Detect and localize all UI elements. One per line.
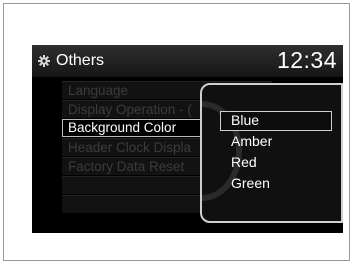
- menu-item-label: Background Color: [68, 120, 177, 135]
- color-options-list: Blue Amber Red Green: [220, 111, 332, 195]
- figure-frame: Others 12:34 Language Display Operation …: [3, 3, 350, 261]
- menu-item-label: Header Clock Displa: [68, 140, 192, 155]
- color-option-label: Blue: [231, 112, 260, 128]
- color-option-label: Green: [231, 175, 270, 191]
- display-screen: Others 12:34 Language Display Operation …: [32, 45, 343, 233]
- gear-icon: [38, 55, 50, 67]
- page-title: Others: [56, 52, 105, 69]
- color-option-green[interactable]: Green: [220, 174, 332, 194]
- menu-item-label: Language: [68, 83, 129, 98]
- color-option-amber[interactable]: Amber: [220, 132, 332, 152]
- color-option-blue[interactable]: Blue: [220, 111, 332, 131]
- clock-display: 12:34: [276, 47, 337, 73]
- screen-header: Others 12:34: [32, 45, 343, 77]
- menu-item-label: Factory Data Reset: [68, 159, 185, 174]
- color-option-red[interactable]: Red: [220, 153, 332, 173]
- color-option-label: Red: [231, 154, 257, 170]
- color-options-popup: Blue Amber Red Green: [200, 83, 343, 223]
- color-option-label: Amber: [231, 133, 273, 149]
- menu-item-label: Display Operation - (: [68, 102, 192, 117]
